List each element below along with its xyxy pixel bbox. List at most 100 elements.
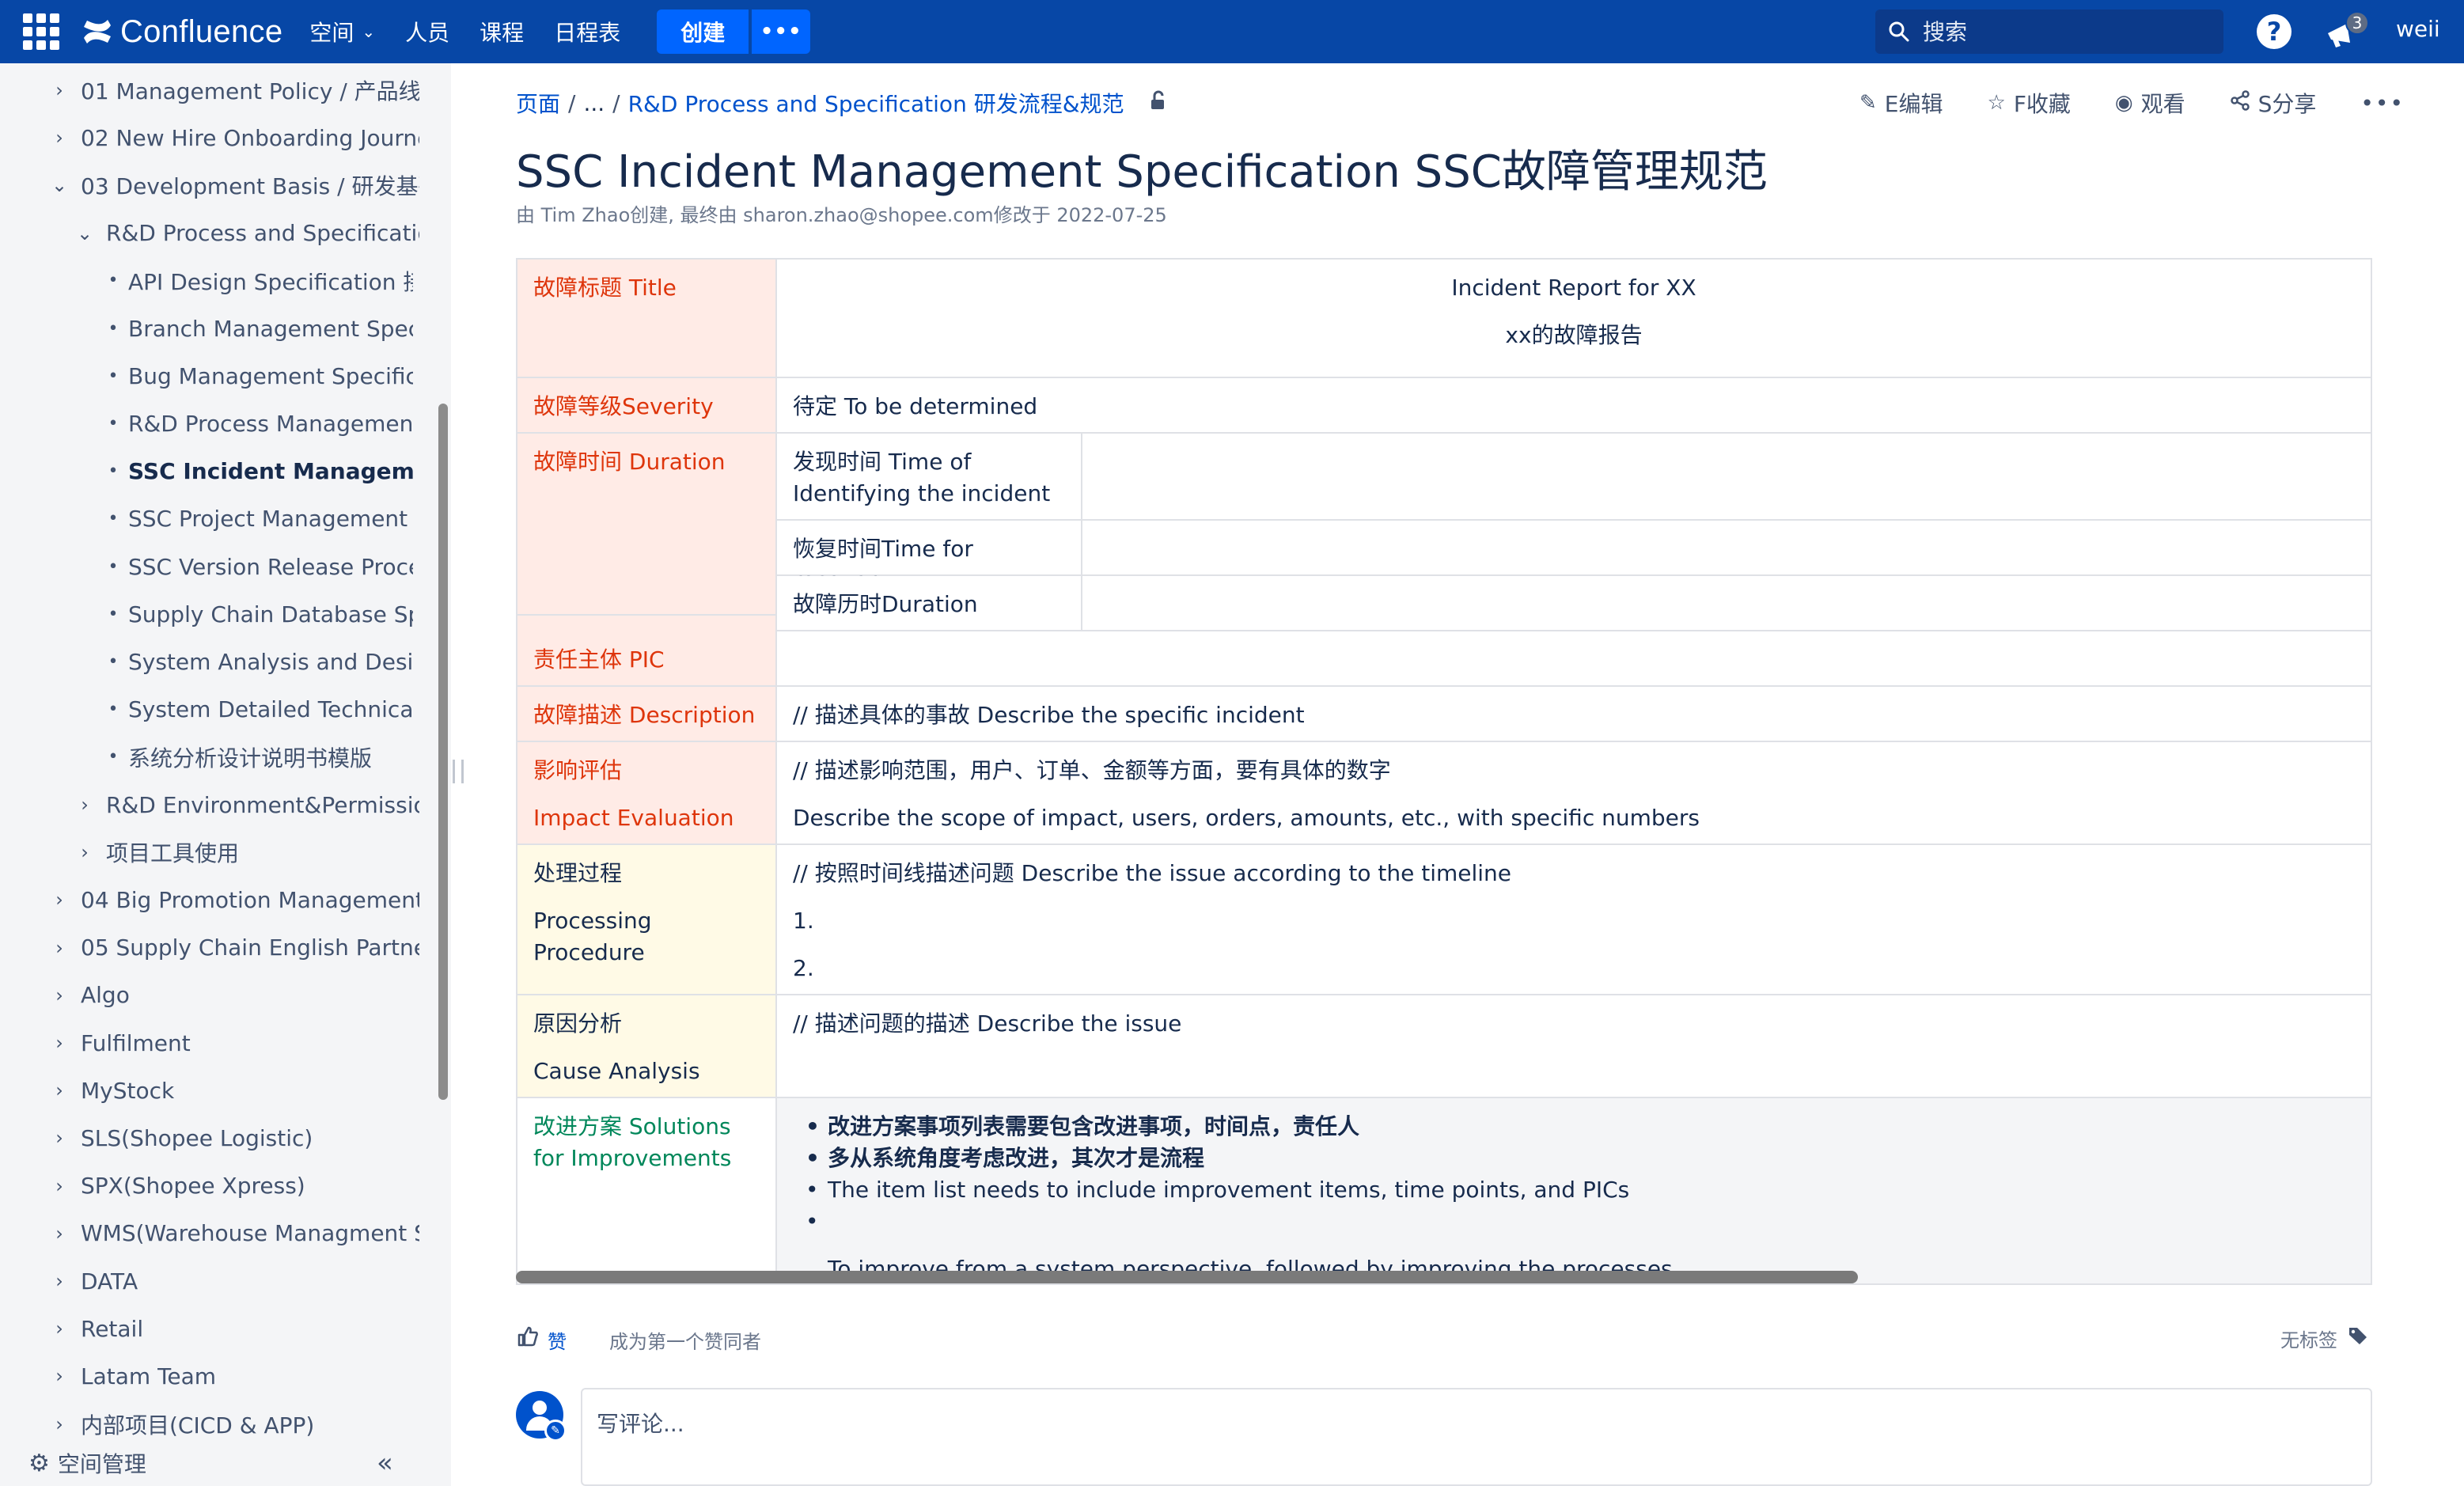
sidebar-scrollbar[interactable] (438, 404, 448, 1100)
chevron-right-icon[interactable]: › (47, 1365, 71, 1387)
unlock-icon[interactable] (1148, 90, 1169, 116)
create-more-button[interactable]: ••• (752, 9, 811, 54)
confluence-logo[interactable]: Confluence (82, 0, 282, 63)
favorite-button[interactable]: ☆ F收藏 (1988, 87, 2071, 119)
create-button[interactable]: 创建 (657, 9, 749, 54)
space-admin-link[interactable]: 空间管理 (58, 1447, 146, 1479)
sidebar-tree-item[interactable]: › 04 Big Promotion Management / (47, 876, 419, 923)
process-line-2: 1. (793, 908, 814, 934)
chevron-right-icon[interactable]: › (47, 79, 71, 101)
sidebar-tree-item[interactable]: › SPX(Shopee Xpress) (47, 1162, 305, 1210)
chevron-right-icon[interactable]: › (47, 1317, 71, 1340)
chevron-right-icon[interactable]: › (47, 1127, 71, 1149)
like-button[interactable]: 赞 (548, 1326, 567, 1354)
nav-people[interactable]: 人员 (405, 16, 449, 47)
table-horizontal-scrollbar[interactable] (516, 1271, 1858, 1283)
sidebar-tree-item[interactable]: • Supply Chain Database Spe (101, 590, 414, 638)
page-title: SSC Incident Management Specification SS… (516, 146, 1768, 198)
chevron-right-icon[interactable]: › (73, 841, 97, 863)
sidebar-tree-item[interactable]: › MyStock (47, 1067, 174, 1114)
sidebar-tree-item[interactable]: › SLS(Shopee Logistic) (47, 1114, 313, 1162)
app-switcher-icon[interactable] (0, 0, 82, 63)
chevron-right-icon[interactable]: › (47, 1223, 71, 1245)
sidebar-item-label: SLS(Shopee Logistic) (81, 1124, 313, 1151)
thumbs-up-icon[interactable] (516, 1325, 540, 1355)
sidebar-tree-item[interactable]: • Bug Management Specificat (101, 352, 414, 400)
sidebar-item-label: 04 Big Promotion Management / (81, 886, 419, 913)
sidebar-tree-item[interactable]: › Algo (47, 972, 130, 1019)
improvement-item-4 (806, 1206, 2355, 1238)
sidebar-tree-item[interactable]: • System Detailed Technical S (101, 686, 414, 734)
sidebar-tree-item[interactable]: • API Design Specification 接口 (101, 257, 414, 305)
nav-courses-label: 课程 (480, 20, 525, 46)
search-box[interactable] (1875, 9, 2223, 54)
sidebar-tree-item[interactable]: ⌄ R&D Process and Specificatio (73, 210, 419, 257)
chevron-right-icon[interactable]: › (47, 1175, 71, 1197)
table-cell-recovery-value[interactable] (1082, 521, 2372, 576)
chevron-right-icon[interactable]: › (47, 1270, 71, 1292)
sidebar-tree-item[interactable]: › 05 Supply Chain English Partner (47, 924, 419, 972)
cause-header-en: Cause Analysis (533, 1058, 700, 1084)
sidebar-tree-item[interactable]: › Retail (47, 1305, 143, 1352)
chevron-right-icon[interactable]: › (47, 889, 71, 911)
table-cell-recovery-time: 恢复时间Time for recovery (777, 521, 1082, 593)
gear-icon[interactable]: ⚙ (28, 1450, 50, 1477)
sidebar-tree-item[interactable]: › DATA (47, 1257, 138, 1305)
table-cell-pic[interactable] (777, 631, 2372, 687)
sidebar-tree-item[interactable]: › WMS(Warehouse Managment Sy (47, 1210, 419, 1257)
comment-input[interactable]: 写评论... (581, 1388, 2372, 1486)
chevron-right-icon[interactable]: › (47, 1079, 71, 1101)
search-input[interactable] (1923, 18, 2208, 45)
sidebar-tree-item[interactable]: • SSC Incident Management (101, 448, 414, 495)
table-cell-duration-value[interactable] (1082, 576, 2372, 631)
sidebar-tree-item[interactable]: › Latam Team (47, 1352, 216, 1400)
sidebar-tree-item[interactable]: › 01 Management Policy / 产品线管 (47, 66, 419, 114)
edit-button[interactable]: ✎ E编辑 (1859, 87, 1943, 119)
collapse-sidebar-icon[interactable]: « (377, 1447, 393, 1479)
sidebar-tree-item[interactable]: • Branch Management Specifi (101, 305, 414, 352)
more-actions-button[interactable]: ••• (2360, 90, 2405, 116)
sidebar-tree-item[interactable]: › 02 New Hire Onboarding Journe (47, 114, 419, 161)
watch-button[interactable]: ◉ 观看 (2115, 87, 2185, 119)
breadcrumb-pages-link[interactable]: 页面 (516, 87, 560, 119)
sidebar-tree-item[interactable]: • R&D Process Management-I (101, 400, 414, 447)
chevron-right-icon[interactable]: › (47, 127, 71, 149)
nav-courses[interactable]: 课程 (480, 16, 524, 47)
bullet-icon: • (108, 461, 119, 482)
sidebar-tree-item[interactable]: ⌄ 03 Development Basis / 研发基础 (47, 161, 419, 209)
chevron-right-icon[interactable]: › (47, 1032, 71, 1054)
table-cell-duration-total: 故障历时Duration (777, 576, 1082, 631)
sidebar-tree-item[interactable]: • 系统分析设计说明书模版 (101, 734, 373, 781)
sidebar-tree-item[interactable]: • System Analysis and Design (101, 638, 414, 685)
incident-table: 故障标题 Title Incident Report for XX xx的故障报… (516, 258, 2372, 1285)
breadcrumb-ellipsis[interactable]: ... (583, 90, 605, 116)
sidebar-item-label: Fulfilment (81, 1029, 191, 1056)
help-icon[interactable]: ? (2257, 14, 2292, 49)
sidebar-tree-item[interactable]: • SSC Version Release Proces (101, 543, 414, 590)
chevron-right-icon[interactable]: › (47, 937, 71, 959)
chevron-right-icon[interactable]: › (73, 794, 97, 816)
chevron-down-icon[interactable]: ⌄ (73, 222, 97, 245)
chevron-right-icon[interactable]: › (47, 1413, 71, 1435)
chevron-down-icon[interactable]: ⌄ (47, 174, 71, 196)
notifications-button[interactable]: 3 (2323, 11, 2369, 51)
bullet-icon: • (108, 604, 119, 624)
user-name[interactable]: weii (2396, 16, 2440, 42)
process-line-1: // 按照时间线描述问题 Describe the issue accordin… (793, 860, 1512, 886)
sidebar-tree-item[interactable]: › R&D Environment&Permission (73, 781, 419, 828)
nav-spaces[interactable]: 空间 ⌄ (309, 16, 375, 47)
labels-area[interactable]: 无标签 (2280, 1325, 2369, 1352)
sidebar-tree-item[interactable]: › 项目工具使用 (73, 828, 239, 876)
sidebar-item-label: 内部项目(CICD & APP) (81, 1412, 315, 1439)
bullet-icon: • (108, 556, 119, 577)
nav-calendar[interactable]: 日程表 (554, 16, 620, 47)
share-icon (2230, 89, 2250, 116)
breadcrumb-parent-link[interactable]: R&D Process and Specification 研发流程&规范 (628, 87, 1124, 119)
table-cell-description: // 描述具体的事故 Describe the specific inciden… (777, 687, 2372, 742)
sidebar-tree-item[interactable]: • SSC Project Management Pr (101, 495, 414, 543)
table-cell-identify-value[interactable] (1082, 434, 2372, 521)
chevron-right-icon[interactable]: › (47, 984, 71, 1006)
sidebar-tree-item[interactable]: › Fulfilment (47, 1019, 191, 1067)
share-button[interactable]: S分享 (2230, 87, 2316, 119)
pencil-icon: ✎ (544, 1420, 567, 1442)
